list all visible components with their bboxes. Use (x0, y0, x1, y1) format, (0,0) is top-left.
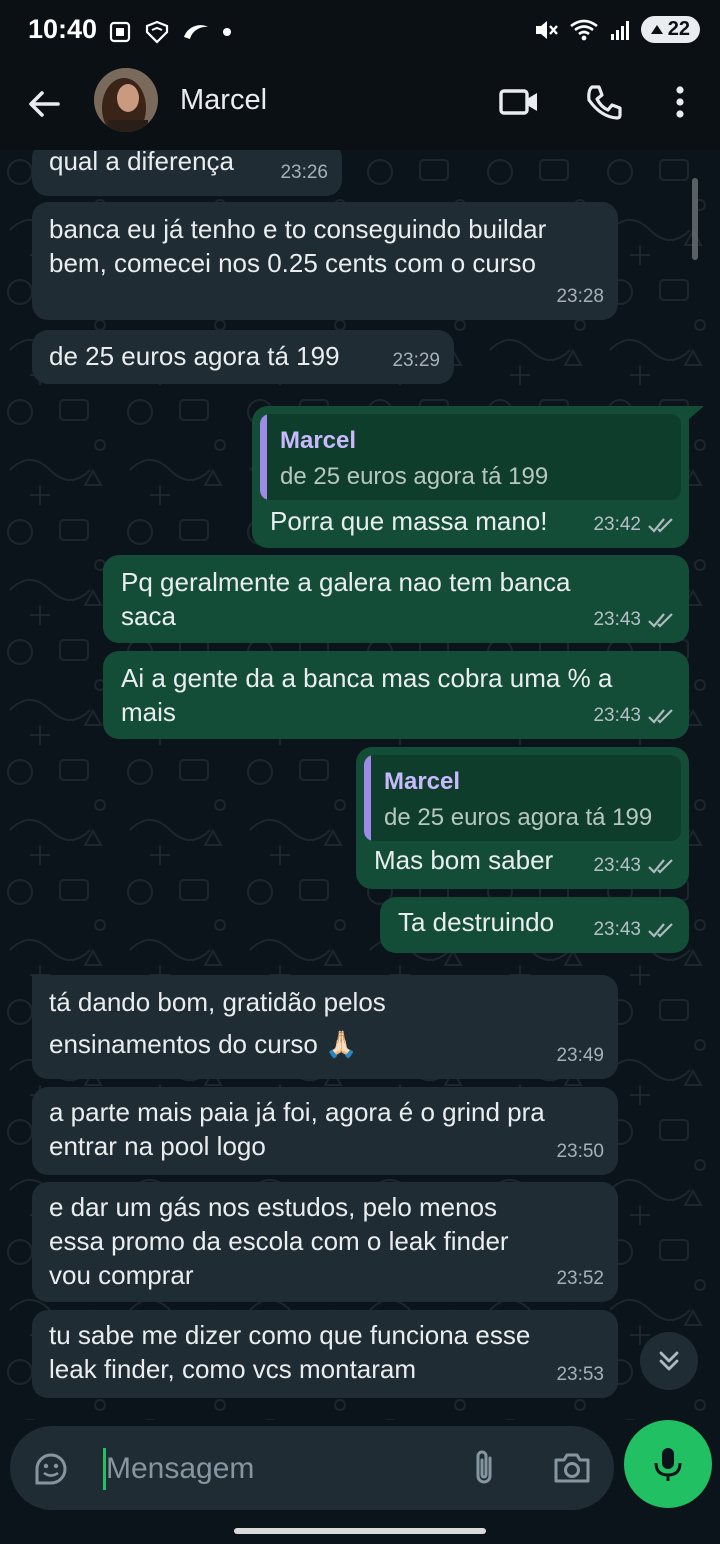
sticker-icon (35, 1453, 67, 1485)
quote-text: de 25 euros agora tá 199 (280, 463, 549, 490)
message-input-container[interactable]: Mensagem (10, 1426, 614, 1510)
message-meta: 23:43 (593, 913, 675, 947)
app-notification-icon (184, 25, 208, 39)
battery-indicator: 22 (640, 16, 700, 43)
message-text: qual a diferença (49, 150, 235, 176)
message-text: de 25 euros agora tá 199 (49, 341, 340, 371)
read-receipt-icon (648, 613, 673, 628)
status-bar: 10:40 22 (0, 0, 720, 64)
system-nav-bar (0, 1520, 720, 1544)
message-text: e dar um gás nos estudos, pelo menos ess… (49, 1192, 509, 1290)
message-time: 23:28 (556, 286, 604, 307)
message-text: a parte mais paia já foi, agora é o grin… (49, 1097, 545, 1161)
bubble-tail (688, 406, 704, 420)
message-incoming[interactable]: e dar um gás nos estudos, pelo menos ess… (32, 1182, 618, 1302)
message-outgoing[interactable]: Ai a gente da a banca mas cobra uma % a … (103, 651, 689, 739)
message-incoming[interactable]: qual a diferença 23:26 (32, 150, 342, 196)
message-incoming[interactable]: tá dando bom, gratidão pelos ensinamento… (32, 975, 618, 1079)
message-time: 23:43 (593, 919, 641, 940)
screenshot-icon (109, 21, 131, 43)
quote-bar (364, 755, 371, 841)
scroll-down-icon (659, 1351, 679, 1371)
attach-icon (476, 1450, 492, 1484)
dot-icon (223, 28, 231, 36)
camera-icon (554, 1453, 590, 1483)
message-text: Pq geralmente a galera nao tem banca sac… (121, 567, 571, 631)
message-incoming[interactable]: tu sabe me dizer como que funciona esse … (32, 1310, 618, 1398)
message-time: 23:43 (593, 609, 641, 630)
composer-bar: Mensagem (0, 1420, 720, 1524)
message-text: Mas bom saber (374, 845, 554, 875)
message-time: 23:49 (556, 1045, 604, 1066)
message-meta: 23:43 (593, 603, 675, 637)
status-time: 10:40 (28, 14, 98, 44)
mute-icon (535, 20, 558, 39)
message-outgoing[interactable]: Pq geralmente a galera nao tem banca sac… (103, 555, 689, 643)
attach-button[interactable] (468, 1448, 502, 1493)
voice-message-button[interactable] (624, 1420, 712, 1508)
quoted-message[interactable]: Marcel de 25 euros agora tá 199 (260, 414, 681, 500)
message-meta: 23:42 (593, 508, 675, 542)
more-vert-icon (676, 86, 684, 118)
avatar[interactable] (94, 68, 158, 132)
message-time: 23:26 (280, 162, 328, 183)
battery-saver-icon (650, 24, 663, 34)
read-receipt-icon (648, 859, 673, 874)
more-options-button[interactable] (664, 82, 696, 127)
video-call-button[interactable] (498, 82, 540, 127)
status-system-icons: 22 (533, 16, 700, 43)
message-time: 23:43 (593, 855, 641, 876)
wifi-icon (569, 19, 598, 40)
message-text: banca eu já tenho e to conseguindo build… (49, 214, 547, 278)
read-receipt-icon (648, 923, 673, 938)
message-incoming[interactable]: banca eu já tenho e to conseguindo build… (32, 202, 618, 320)
avatar-image (94, 68, 158, 132)
quote-author: Marcel (280, 427, 357, 454)
sticker-button[interactable] (32, 1450, 70, 1493)
chat-header: Marcel (0, 64, 720, 150)
message-time: 23:42 (593, 514, 641, 535)
contact-name[interactable]: Marcel (180, 84, 267, 117)
message-text: Porra que massa mano! (270, 506, 548, 536)
quote-bar (260, 414, 267, 500)
signal-icon (610, 20, 629, 40)
status-notification-icons (108, 20, 232, 44)
message-meta: 23:43 (593, 699, 675, 733)
video-call-icon (499, 89, 537, 115)
message-text: tu sabe me dizer como que funciona esse … (49, 1320, 531, 1384)
back-button[interactable] (24, 84, 64, 129)
message-time: 23:52 (556, 1268, 604, 1289)
camera-button[interactable] (552, 1450, 592, 1491)
quote-author: Marcel (384, 768, 461, 795)
scroll-to-bottom-button[interactable] (640, 1332, 698, 1390)
chat-area[interactable]: qual a diferença 23:26 banca eu já tenho… (0, 150, 720, 1420)
read-receipt-icon (648, 518, 673, 533)
battery-level: 22 (667, 18, 690, 40)
home-gesture-pill[interactable] (234, 1528, 486, 1534)
message-incoming[interactable]: de 25 euros agora tá 199 23:29 (32, 330, 454, 384)
message-text: Ta destruindo (398, 907, 555, 937)
quoted-message[interactable]: Marcel de 25 euros agora tá 199 (364, 755, 681, 841)
message-time: 23:43 (593, 705, 641, 726)
message-input[interactable]: Mensagem (106, 1452, 254, 1486)
read-receipt-icon (648, 709, 673, 724)
back-arrow-icon (29, 91, 60, 117)
message-time: 23:50 (556, 1141, 604, 1162)
message-text: Ai a gente da a banca mas cobra uma % a … (121, 663, 613, 727)
message-outgoing[interactable]: Marcel de 25 euros agora tá 199 Mas bom … (356, 747, 689, 889)
message-incoming[interactable]: a parte mais paia já foi, agora é o grin… (32, 1087, 618, 1175)
phone-icon (587, 85, 622, 120)
message-text: tá dando bom, gratidão pelos ensinamento… (49, 987, 386, 1059)
app-notification-icon (145, 20, 169, 44)
message-time: 23:53 (556, 1364, 604, 1385)
message-outgoing[interactable]: Marcel de 25 euros agora tá 199 Porra qu… (252, 406, 689, 548)
scrollbar[interactable] (692, 178, 698, 260)
message-time: 23:29 (392, 350, 440, 371)
quote-text: de 25 euros agora tá 199 (384, 804, 653, 831)
mic-icon (654, 1448, 682, 1481)
message-meta: 23:43 (593, 849, 675, 883)
message-outgoing[interactable]: Ta destruindo 23:43 (380, 897, 689, 953)
voice-call-button[interactable] (584, 82, 624, 127)
